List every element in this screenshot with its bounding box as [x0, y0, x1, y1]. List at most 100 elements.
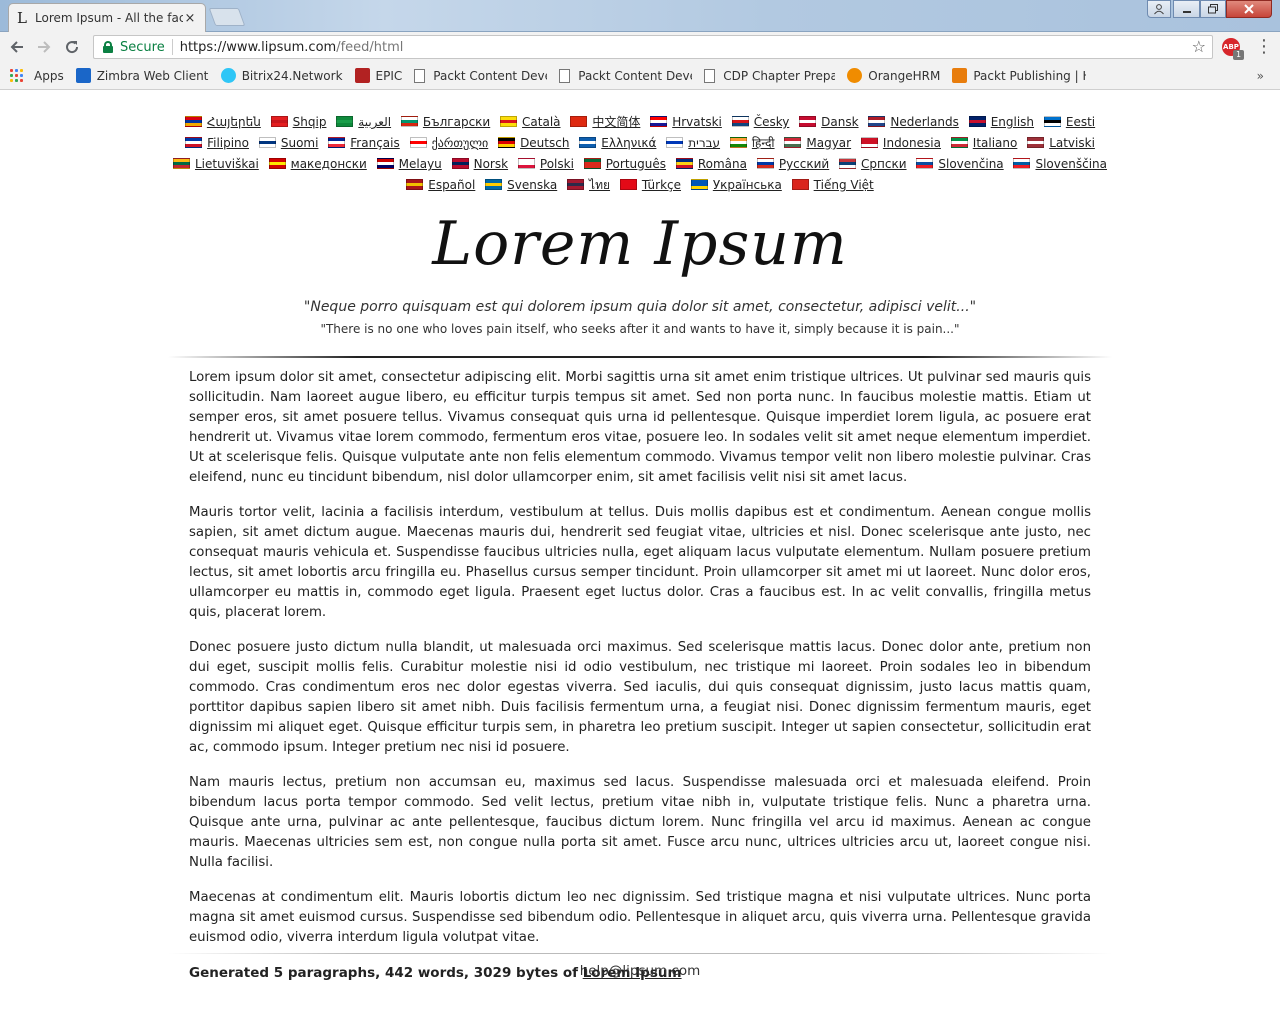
language-item: Slovenščina: [1013, 154, 1107, 175]
language-link[interactable]: Pyccкий: [779, 157, 829, 171]
language-link[interactable]: Slovenščina: [1035, 157, 1107, 171]
language-item: Eesti: [1043, 112, 1095, 133]
language-link[interactable]: Indonesia: [883, 136, 941, 150]
language-link[interactable]: Português: [606, 157, 666, 171]
profile-button[interactable]: [1147, 0, 1171, 18]
reload-button[interactable]: [61, 36, 83, 58]
address-bar[interactable]: Secure https://www.lipsum.com/feed/html …: [93, 35, 1213, 59]
language-link[interactable]: Español: [428, 178, 475, 192]
language-link[interactable]: English: [991, 115, 1034, 129]
restore-icon: [1208, 4, 1218, 14]
language-item: Dansk: [799, 112, 859, 133]
back-button[interactable]: [6, 36, 28, 58]
language-link[interactable]: 中文简体: [592, 115, 640, 129]
language-link[interactable]: Dansk: [821, 115, 858, 129]
flag-icon: [258, 137, 276, 148]
language-item: Pyccкий: [756, 154, 829, 175]
bookmark-item[interactable]: Packt Content Develc: [414, 68, 547, 83]
language-link[interactable]: Magyar: [806, 136, 851, 150]
language-link[interactable]: Melayu: [399, 157, 442, 171]
language-link[interactable]: Български: [423, 115, 490, 129]
language-link[interactable]: Shqip: [293, 115, 327, 129]
paragraph: Lorem ipsum dolor sit amet, consectetur …: [189, 370, 1091, 485]
language-link[interactable]: Česky: [754, 115, 790, 129]
language-link[interactable]: македонски: [291, 157, 367, 171]
lock-icon: [102, 41, 114, 53]
language-item: Nederlands: [868, 112, 959, 133]
language-link[interactable]: Slovenčina: [938, 157, 1003, 171]
language-link[interactable]: Deutsch: [520, 136, 569, 150]
language-link[interactable]: עברית: [688, 136, 720, 150]
flag-icon: [1043, 116, 1061, 127]
language-item: Suomi: [258, 133, 319, 154]
language-link[interactable]: Nederlands: [890, 115, 958, 129]
tab-close-icon[interactable]: ×: [183, 11, 197, 26]
generated-text: Lorem ipsum dolor sit amet, consectetur …: [189, 368, 1091, 998]
bookmark-item[interactable]: EPIC: [354, 68, 402, 83]
bookmark-item[interactable]: CDP Chapter Prepare: [704, 68, 835, 83]
language-item: Polski: [517, 154, 574, 175]
language-link[interactable]: हिन्दी: [752, 136, 775, 150]
language-link[interactable]: Eesti: [1066, 115, 1095, 129]
close-window-button[interactable]: [1226, 0, 1272, 18]
language-link[interactable]: ไทย: [589, 178, 610, 192]
bitrix-icon: [220, 68, 236, 83]
bookmark-label: Zimbra Web Client Si: [96, 68, 209, 83]
language-link[interactable]: Hrvatski: [672, 115, 722, 129]
bookmark-star-icon[interactable]: ☆: [1192, 37, 1206, 56]
language-link[interactable]: Tiếng Việt: [814, 178, 874, 192]
tab-lorem-ipsum[interactable]: L Lorem Ipsum - All the facts ×: [8, 3, 206, 32]
language-link[interactable]: العربية: [358, 115, 391, 129]
new-tab-button[interactable]: [208, 8, 246, 26]
browser-menu-icon[interactable]: ⋮: [1255, 36, 1273, 58]
flag-icon: [916, 158, 934, 169]
flag-icon: [968, 116, 986, 127]
language-link[interactable]: Svenska: [507, 178, 557, 192]
flag-icon: [839, 158, 857, 169]
language-item: Français: [328, 133, 400, 154]
language-link[interactable]: Català: [522, 115, 560, 129]
language-list: Հայերեն Shqip العربية Български Català 中…: [168, 112, 1112, 196]
packt-icon: [952, 68, 968, 83]
bookmark-label: Packt Content Develc: [433, 68, 547, 83]
bookmark-item[interactable]: Zimbra Web Client Si: [75, 68, 209, 83]
language-link[interactable]: Polski: [540, 157, 574, 171]
paragraph: Donec posuere justo dictum nulla blandit…: [189, 640, 1091, 755]
language-link[interactable]: Français: [350, 136, 399, 150]
bookmark-item[interactable]: Packt Content Develc: [559, 68, 692, 83]
zimbra-icon: [75, 68, 91, 83]
flag-icon: [328, 137, 346, 148]
language-link[interactable]: Filipino: [207, 136, 249, 150]
bottom-divider: [168, 953, 1112, 954]
flag-icon: [784, 137, 802, 148]
minimize-button[interactable]: [1173, 0, 1200, 18]
bookmark-label: Packt Publishing | He: [973, 68, 1087, 83]
language-link[interactable]: Suomi: [281, 136, 319, 150]
language-link[interactable]: Norsk: [474, 157, 508, 171]
language-link[interactable]: Lietuviškai: [195, 157, 259, 171]
language-link[interactable]: ქართული: [432, 136, 489, 150]
more-bookmarks-chevron-icon[interactable]: »: [1257, 69, 1264, 83]
language-link[interactable]: Türkçe: [642, 178, 681, 192]
flag-icon: [451, 158, 469, 169]
bookmark-item[interactable]: Packt Publishing | He: [952, 68, 1086, 83]
footer-email-link[interactable]: help@lipsum.com: [0, 963, 1280, 979]
language-link[interactable]: Italiano: [973, 136, 1018, 150]
minimize-icon: [1182, 11, 1191, 13]
restore-button[interactable]: [1200, 0, 1226, 18]
bookmark-item[interactable]: OrangeHRM: [847, 68, 940, 83]
language-link[interactable]: Latviski: [1049, 136, 1095, 150]
language-item: English: [968, 112, 1034, 133]
language-item: Türkçe: [619, 175, 681, 196]
language-link[interactable]: Româna: [698, 157, 747, 171]
language-link[interactable]: Українська: [713, 178, 782, 192]
bookmark-item[interactable]: Bitrix24.Network: [220, 68, 343, 83]
forward-button[interactable]: [33, 36, 55, 58]
language-link[interactable]: Հայերեն: [207, 115, 261, 129]
language-item: Melayu: [376, 154, 442, 175]
language-item: हिन्दी: [729, 133, 775, 154]
language-link[interactable]: Српски: [861, 157, 907, 171]
language-item: Lietuviškai: [172, 154, 259, 175]
language-link[interactable]: Ελληνικά: [601, 136, 656, 150]
bookmark-item[interactable]: Apps: [10, 68, 64, 83]
